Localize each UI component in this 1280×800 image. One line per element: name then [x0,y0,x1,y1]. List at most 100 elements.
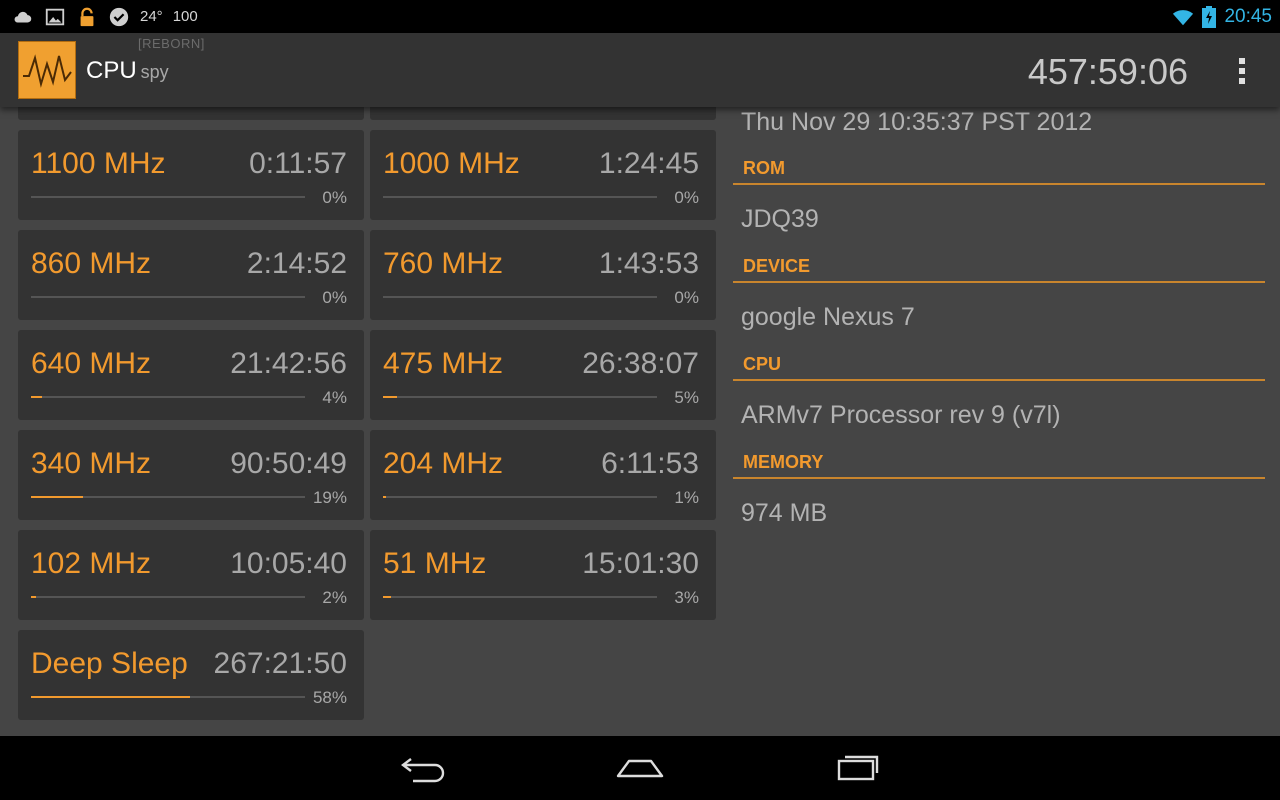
state-progress-fill [383,396,397,398]
uptime-text: 457:59:06 [1027,51,1188,92]
state-frequency: 204 MHz [383,447,504,480]
device-section: DEVICE google Nexus 7 [733,256,1265,331]
cpu-state-card: 204 MHz 6:11:53 1% [370,430,716,520]
cpu-header: CPU [733,354,1265,381]
battery-charging-icon [1202,5,1217,28]
clock-text: 20:45 [1224,5,1272,27]
state-percent: 0% [322,288,347,307]
state-progress-bar [31,696,305,698]
navigation-bar [0,736,1280,800]
state-percent: 0% [674,288,699,307]
build-date-text: Thu Nov 29 10:35:37 PST 2012 [741,108,1093,136]
device-header: DEVICE [733,256,1265,283]
state-percent: 58% [312,688,347,707]
device-value: google Nexus 7 [741,303,915,331]
cloud-icon [14,11,32,22]
state-time: 26:38:07 [582,347,699,380]
state-time: 1:24:45 [598,147,699,180]
back-icon[interactable] [394,748,454,788]
state-progress-bar [31,296,305,298]
home-icon[interactable] [610,748,670,788]
state-percent: 3% [674,588,699,607]
state-progress-fill [31,396,42,398]
partial-card [18,107,364,120]
state-percent: 5% [674,388,699,407]
content-area: 1100 MHz 0:11:57 0% 1000 MHz 1:24:45 0% 860 MH… [0,107,1280,736]
state-frequency: 475 MHz [383,347,504,380]
state-frequency: 760 MHz [383,247,504,280]
state-progress-bar [31,596,305,598]
state-percent: 0% [674,188,699,207]
state-progress-fill [31,496,84,498]
state-time: 2:14:52 [246,247,347,280]
state-progress-bar [383,496,657,498]
state-frequency: 860 MHz [31,247,152,280]
memory-header: MEMORY [733,452,1265,479]
lock-icon [80,7,94,26]
state-progress-bar [383,396,657,398]
image-icon [45,8,65,25]
memory-value: 974 MB [741,499,828,527]
state-progress-bar [31,196,305,198]
action-bar: [REBORN] CPU spy 457:59:06 [0,33,1280,107]
state-time: 6:11:53 [601,447,699,480]
app-logo-icon[interactable] [18,41,76,99]
state-time: 0:11:57 [249,147,347,180]
cpu-state-card: Deep Sleep 267:21:50 58% [18,630,364,720]
cpu-state-card: 340 MHz 90:50:49 19% [18,430,364,520]
partial-card [370,107,716,120]
state-progress-bar [31,496,305,498]
state-frequency: 340 MHz [31,447,152,480]
state-time: 1:43:53 [598,247,699,280]
waveform-icon [23,54,72,88]
rom-header: ROM [733,158,1265,185]
cpu-state-card: 51 MHz 15:01:30 3% [370,530,716,620]
state-time: 15:01:30 [582,547,699,580]
status-bar: 24° 100 20:45 [0,0,1280,33]
cpu-state-card: 475 MHz 26:38:07 5% [370,330,716,420]
state-frequency: 1100 MHz [31,147,166,180]
state-percent: 19% [312,488,347,507]
state-progress-fill [383,496,386,498]
state-frequency: 1000 MHz [383,147,520,180]
cpu-value: ARMv7 Processor rev 9 (v7l) [741,401,1061,429]
state-time: 21:42:56 [230,347,347,380]
state-progress-fill [31,696,190,698]
state-percent: 4% [322,388,347,407]
app-tag: [REBORN] [138,36,205,51]
temperature-text: 24° [140,8,163,25]
state-progress-fill [383,596,392,598]
state-progress-bar [383,596,657,598]
state-frequency: 102 MHz [31,547,152,580]
recent-apps-icon[interactable] [826,748,886,788]
state-progress-bar [383,196,657,198]
cpu-state-card: 640 MHz 21:42:56 4% [18,330,364,420]
state-progress-bar [31,396,305,398]
status-right: 20:45 [1172,0,1272,33]
state-percent: 1% [674,488,699,507]
wifi-icon [1173,9,1194,25]
state-frequency: 51 MHz [383,547,487,580]
state-time: 10:05:40 [230,547,347,580]
memory-section: MEMORY 974 MB [733,452,1265,527]
battery-level-text: 100 [172,8,198,25]
state-time: 90:50:49 [230,447,347,480]
status-left: 24° 100 [12,0,198,33]
app-title-text: CPU [86,57,137,84]
overflow-menu-icon[interactable] [1234,55,1250,87]
cpu-state-card: 760 MHz 1:43:53 0% [370,230,716,320]
state-frequency: Deep Sleep [31,647,188,680]
state-percent: 0% [322,188,347,207]
cpu-state-card: 1100 MHz 0:11:57 0% [18,130,364,220]
app-subtitle-text: spy [140,62,169,82]
cpu-state-card: 1000 MHz 1:24:45 0% [370,130,716,220]
state-percent: 2% [322,588,347,607]
state-time: 267:21:50 [213,647,347,680]
rom-section: ROM JDQ39 [733,158,1265,233]
app-title: CPU spy [86,57,169,85]
state-progress-fill [31,596,37,598]
cpu-section: CPU ARMv7 Processor rev 9 (v7l) [733,354,1265,429]
cpu-state-card: 102 MHz 10:05:40 2% [18,530,364,620]
state-frequency: 640 MHz [31,347,152,380]
state-progress-bar [383,296,657,298]
